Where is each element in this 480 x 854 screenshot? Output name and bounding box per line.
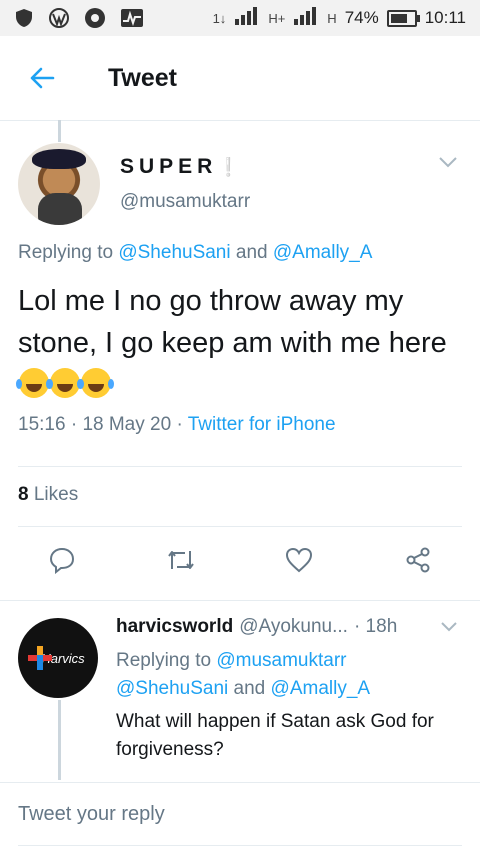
back-button[interactable] xyxy=(18,54,66,102)
reply-icon xyxy=(49,547,75,574)
compose-placeholder: Tweet your reply xyxy=(18,803,165,825)
page-title: Tweet xyxy=(108,63,177,92)
tweet-text: Lol me I no go throw away my stone, I go… xyxy=(18,285,447,359)
reply-time: · 18h xyxy=(353,616,398,637)
section-divider xyxy=(0,600,480,601)
thread-connector xyxy=(58,120,61,142)
shield-icon xyxy=(14,8,34,28)
reply-replying-and: and xyxy=(228,678,271,699)
back-arrow-icon xyxy=(30,67,55,89)
clock: 10:11 xyxy=(424,8,466,27)
reply-replying-prefix: Replying to xyxy=(116,650,217,671)
signal2-icon xyxy=(293,6,319,30)
heart-icon xyxy=(286,547,313,573)
mention-link[interactable]: @musamuktarr xyxy=(216,650,346,671)
network-type: 1↓ xyxy=(212,10,227,26)
reply-header: harvicsworld @Ayokunu... · 18h xyxy=(116,616,466,638)
signal1-label: H+ xyxy=(268,10,286,26)
share-icon xyxy=(406,547,430,573)
tweet-meta: 15:16 · 18 May 20 · Twitter for iPhone xyxy=(18,414,336,435)
activity-icon xyxy=(120,8,144,28)
app-header: Tweet xyxy=(0,36,480,121)
retweet-button[interactable] xyxy=(161,540,201,580)
divider xyxy=(18,526,462,527)
battery-icon xyxy=(386,9,420,27)
chevron-down-icon xyxy=(441,622,457,632)
likes-label: Likes xyxy=(33,484,79,505)
chevron-down-icon xyxy=(439,157,457,168)
reply-compose-input[interactable]: Tweet your reply xyxy=(18,803,462,846)
replying-prefix: Replying to xyxy=(18,242,119,263)
tweet-body: Lol me I no go throw away my stone, I go… xyxy=(16,280,468,406)
status-bar: 1↓ H+ H 74% 10:11 xyxy=(0,0,480,36)
reply-handle[interactable]: @Ayokunu... xyxy=(239,616,348,638)
laughing-emoji-icon xyxy=(16,368,49,398)
reply-thread-line xyxy=(58,700,61,780)
retweet-icon xyxy=(167,551,194,569)
tweet-time: 15:16 xyxy=(18,414,66,435)
avatar[interactable] xyxy=(18,143,100,225)
reply-text: What will happen if Satan ask God for fo… xyxy=(116,711,434,760)
mention-link[interactable]: @Amally_A xyxy=(271,678,371,699)
signal2-label: H xyxy=(327,10,337,26)
tweet-source[interactable]: Twitter for iPhone xyxy=(188,414,336,435)
mention-link[interactable]: @ShehuSani xyxy=(116,678,228,699)
signal-icon xyxy=(234,6,260,30)
wordpress-icon xyxy=(48,7,70,29)
tweet-menu-button[interactable] xyxy=(438,155,458,174)
reply-name[interactable]: harvicsworld xyxy=(116,616,233,638)
mention-link[interactable]: @Amally_A xyxy=(273,242,373,263)
reply-avatar[interactable]: Harvics xyxy=(18,618,98,698)
replying-and: and xyxy=(230,242,273,263)
replying-to: Replying to @ShehuSani and @Amally_A xyxy=(18,242,372,264)
share-button[interactable] xyxy=(398,540,438,580)
aperture-icon xyxy=(84,7,106,29)
laughing-emoji-icon xyxy=(47,368,80,398)
user-handle[interactable]: @musamuktarr xyxy=(120,191,250,213)
likes-count[interactable]: 8 Likes xyxy=(18,484,78,506)
reply-replying-to: Replying to @musamuktarr @ShehuSani and … xyxy=(116,647,456,703)
harvics-logo-icon xyxy=(28,646,52,670)
tweet-author[interactable]: SUPER❕ @musamuktarr xyxy=(18,143,250,225)
laughing-emoji-icon xyxy=(78,368,111,398)
tweet-actions xyxy=(18,540,462,580)
section-divider xyxy=(0,782,480,783)
display-name[interactable]: SUPER xyxy=(120,155,217,178)
mention-link[interactable]: @ShehuSani xyxy=(118,242,230,263)
battery-percent: 74% xyxy=(344,8,379,27)
like-button[interactable] xyxy=(279,540,319,580)
name-emoji: ❕ xyxy=(217,157,240,177)
likes-number: 8 xyxy=(18,484,29,505)
reply-menu-button[interactable] xyxy=(440,620,458,638)
divider xyxy=(18,466,462,467)
reply-button[interactable] xyxy=(42,540,82,580)
tweet-date: 18 May 20 xyxy=(82,414,172,435)
